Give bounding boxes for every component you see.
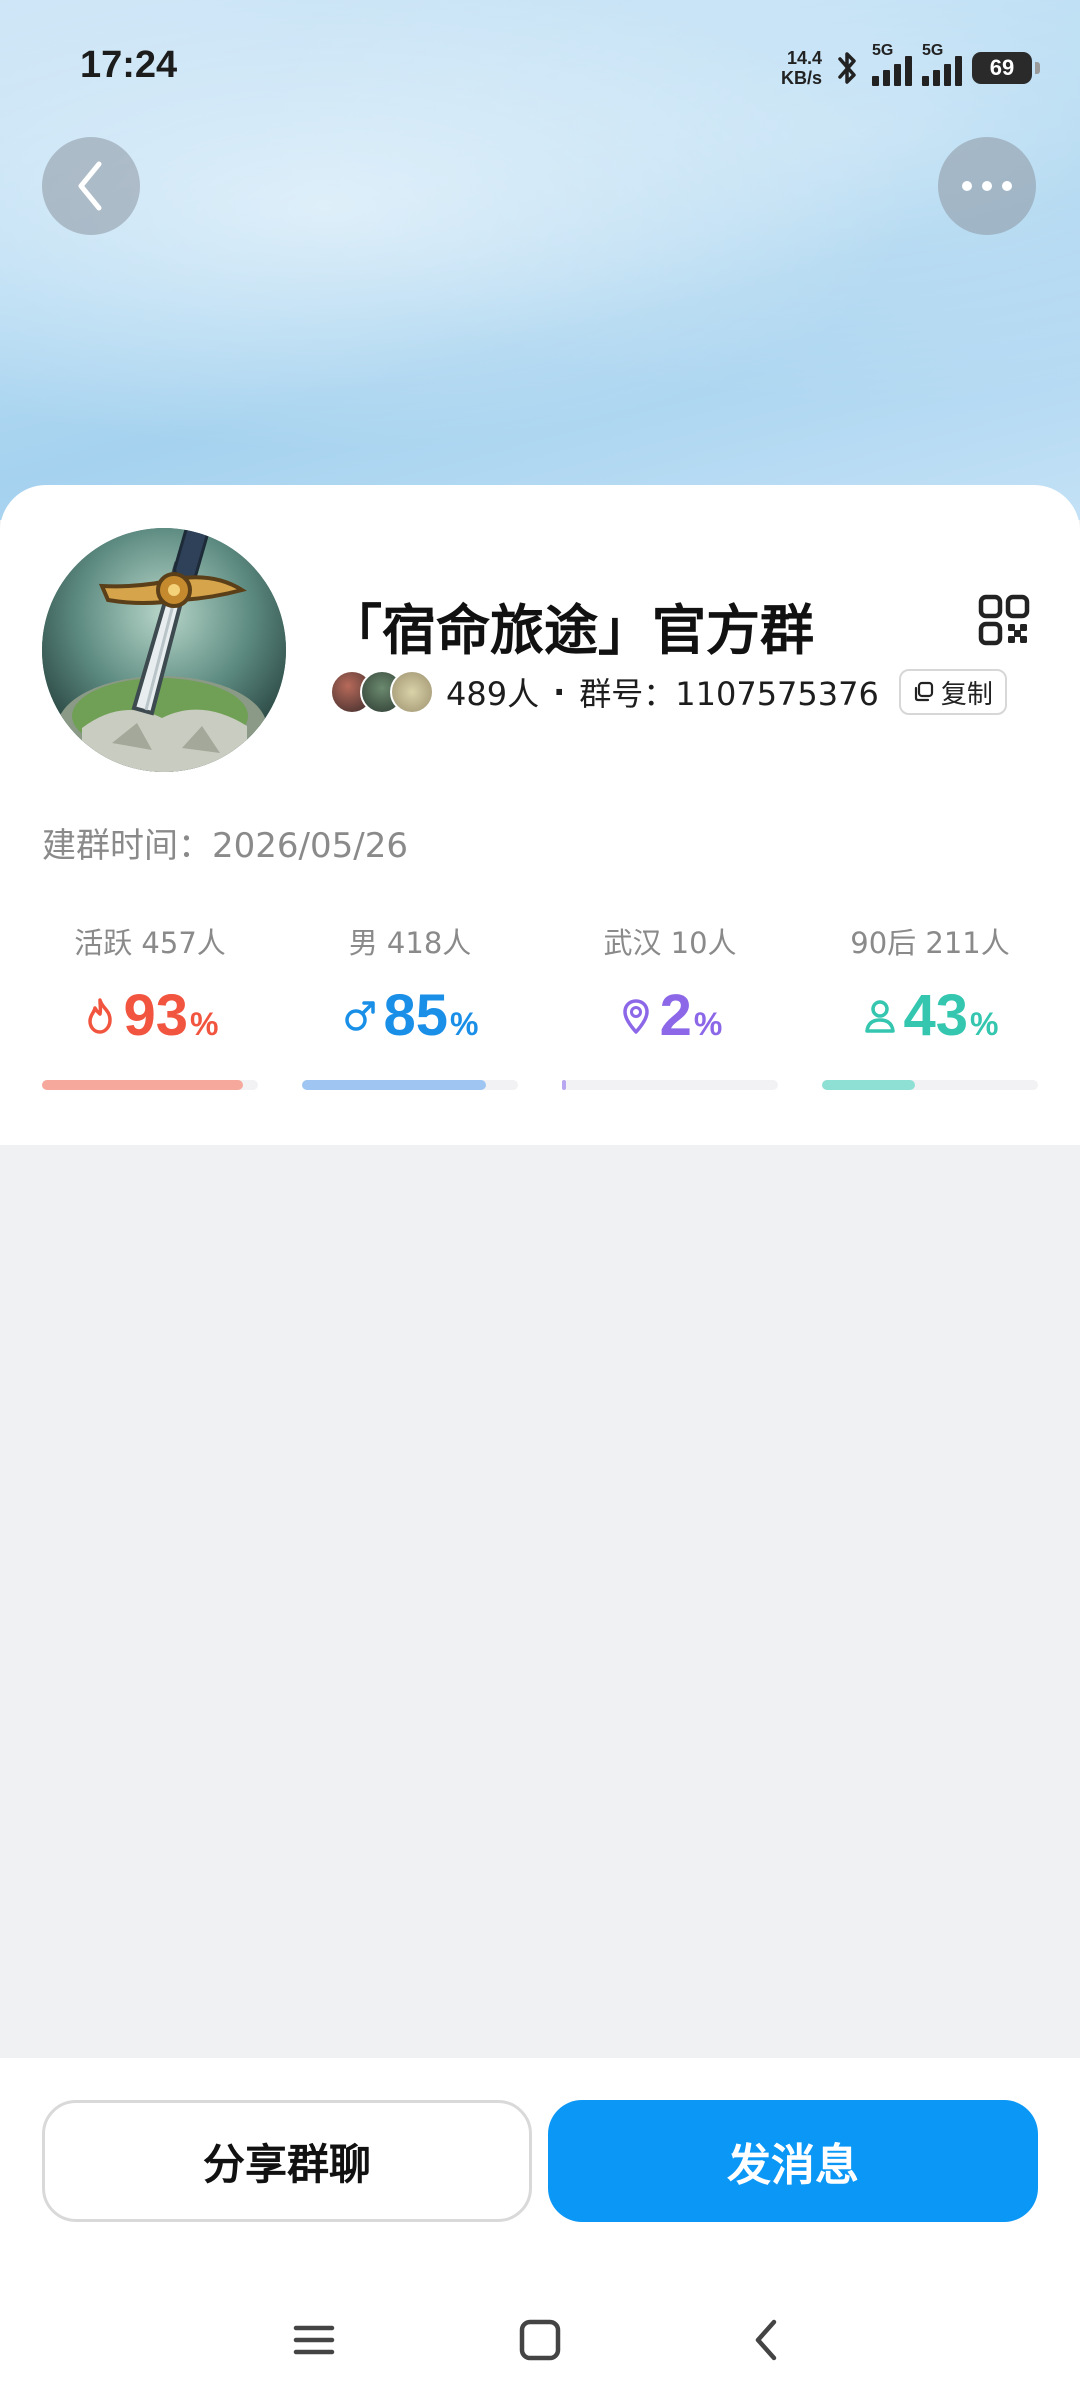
- home-button[interactable]: [510, 2310, 570, 2370]
- flame-icon: [87, 997, 112, 1034]
- back-icon: [755, 2319, 777, 2361]
- stat-progress-fill: [302, 1080, 486, 1090]
- stat-progress-fill: [562, 1080, 567, 1090]
- stat-label: 武汉 10人: [603, 926, 737, 960]
- person-icon: [864, 999, 895, 1033]
- member-avatar: [390, 670, 434, 714]
- system-back-button[interactable]: [736, 2310, 796, 2370]
- share-group-button[interactable]: 分享群聊: [42, 2100, 532, 2222]
- location-pin-icon: [622, 998, 649, 1034]
- more-horizontal-icon: [962, 181, 1012, 191]
- stat-unit: %: [190, 1006, 219, 1042]
- system-navigation-bar: [0, 2290, 1080, 2400]
- home-square-icon: [519, 2319, 561, 2361]
- stat-progress-track: [562, 1080, 778, 1090]
- menu-icon: [293, 2325, 335, 2355]
- network-speed: 14.4 KB/s: [781, 48, 822, 88]
- copy-group-id-button[interactable]: 复制: [898, 669, 1007, 715]
- stat-label: 90后 211人: [850, 926, 1010, 960]
- network-speed-value: 14.4: [786, 48, 822, 68]
- stat-progress-track: [302, 1080, 518, 1090]
- stat-value: 93 %: [42, 982, 258, 1049]
- sword-in-stone-avatar: [42, 528, 286, 772]
- stat-number: 93: [123, 983, 189, 1048]
- stat-number: 43: [903, 983, 969, 1048]
- group-avatar[interactable]: [42, 528, 286, 772]
- more-options-button[interactable]: [938, 137, 1036, 235]
- back-button[interactable]: [42, 137, 140, 235]
- stat-value: 2 %: [562, 982, 778, 1049]
- recent-apps-button[interactable]: [284, 2310, 344, 2370]
- stat-label: 男 418人: [348, 926, 472, 960]
- signal-icon: 5G: [872, 42, 912, 86]
- stat-value: 85 %: [302, 982, 518, 1049]
- status-time: 17:24: [80, 44, 178, 86]
- status-indicators: 14.4 KB/s 5G 5G 69: [781, 40, 1040, 96]
- stat-value: 43 %: [822, 982, 1038, 1049]
- group-created-date: 建群时间：2026/05/26: [42, 826, 408, 866]
- sim2-network-label: 5G: [922, 42, 944, 59]
- battery-level: 69: [989, 55, 1015, 80]
- stat-progress-track: [42, 1080, 258, 1090]
- stat-unit: %: [970, 1006, 999, 1042]
- qr-code-icon: [978, 594, 1030, 646]
- member-count: 489人: [446, 675, 540, 713]
- member-avatars[interactable]: [330, 670, 434, 714]
- stat-unit: %: [693, 1006, 723, 1042]
- stat-progress-fill: [42, 1080, 243, 1090]
- stat-number: 2: [659, 983, 692, 1048]
- chevron-left-icon: [78, 161, 102, 211]
- stat-number: 85: [383, 983, 449, 1048]
- meta-separator: ·: [553, 673, 566, 711]
- stat-unit: %: [450, 1006, 479, 1042]
- group-name: 「宿命旅途」官方群: [328, 599, 814, 662]
- battery-icon: 69: [972, 52, 1040, 84]
- stat-label: 活跃 457人: [74, 926, 226, 960]
- sim1-network-label: 5G: [872, 42, 894, 59]
- group-profile-screen: 17:24 14.4 KB/s 5G 5G 69 「宿命旅途」官方群 489人 …: [0, 0, 1080, 2400]
- qr-code-button[interactable]: [978, 594, 1030, 646]
- send-message-button[interactable]: 发消息: [548, 2100, 1038, 2222]
- status-bar: 17:24 14.4 KB/s 5G 5G 69: [0, 0, 1080, 135]
- stat-progress-fill: [822, 1080, 915, 1090]
- group-meta-row: 489人 · 群号：1107575376 复制: [330, 666, 1007, 718]
- bluetooth-icon: [838, 52, 856, 84]
- network-speed-unit: KB/s: [780, 68, 822, 88]
- male-icon: [344, 1000, 375, 1031]
- stat-progress-track: [822, 1080, 1038, 1090]
- copy-label: 复制: [940, 679, 993, 710]
- group-id: 群号：1107575376: [579, 675, 879, 713]
- copy-icon: [914, 681, 933, 702]
- signal-icon: 5G: [922, 42, 962, 86]
